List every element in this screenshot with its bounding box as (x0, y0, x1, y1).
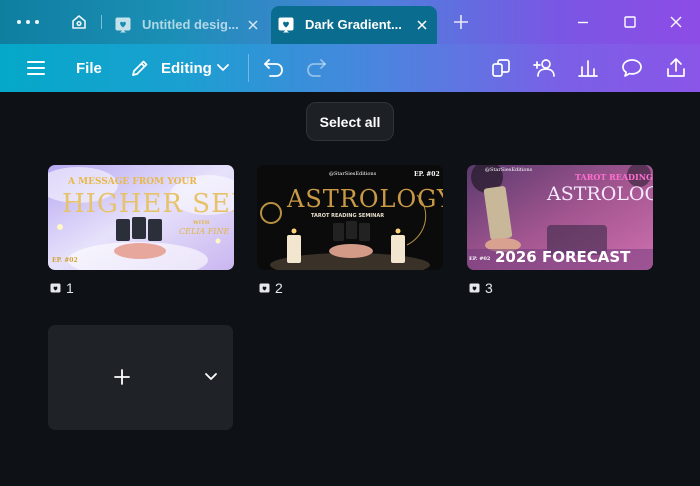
tab-separator (101, 15, 102, 29)
page-3-tag: TAROT READING (575, 172, 653, 182)
comment-icon[interactable] (620, 56, 644, 80)
insights-chart-icon[interactable] (577, 56, 599, 80)
page-2-handle: @StarSiesEditions (329, 171, 377, 177)
page-2-subtitle: TAROT READING SEMINAR (311, 213, 385, 219)
share-people-icon[interactable] (531, 56, 557, 80)
share-upload-icon[interactable] (664, 56, 688, 80)
page-thumbnail-3[interactable]: @StarSiesEditions TAROT READING ASTROLOG… (467, 165, 653, 270)
new-tab-icon[interactable] (452, 13, 470, 31)
page-number: 3 (485, 280, 493, 296)
page-1-line2: HIGHER SELF (62, 189, 234, 219)
page-1-name: CELIA FINE (179, 227, 230, 236)
comment-badge-icon (259, 283, 270, 292)
resize-copy-icon[interactable] (490, 57, 512, 79)
select-all-tooltip[interactable]: Select all (306, 102, 394, 141)
page-label-3: 3 (469, 280, 493, 296)
page-3-forecast: 2026 FORECAST (495, 248, 631, 266)
chevron-down-icon[interactable] (204, 371, 218, 383)
plus-icon[interactable] (112, 367, 132, 387)
tab-dark-gradient[interactable]: Dark Gradient... (271, 6, 437, 44)
more-menu-icon[interactable] (17, 14, 39, 30)
page-1-with: WITH (193, 220, 210, 226)
redo-icon[interactable] (304, 57, 328, 79)
editing-mode-button[interactable]: Editing (161, 60, 212, 77)
page-grid-view: Select all A MESSAGE FROM YOUR HIGHER SE… (0, 92, 700, 486)
page-3-title: ASTROLOGY (547, 183, 653, 205)
page-3-ep: EP. #02 (469, 256, 491, 262)
home-icon[interactable] (70, 13, 88, 31)
page-2-ep: EP. #02 (414, 171, 440, 178)
page-thumbnail-2[interactable]: @StarSiesEditions EP. #02 ASTROLOGY TARO… (257, 165, 443, 270)
page-1-line1: A MESSAGE FROM YOUR (68, 177, 197, 187)
comment-badge-icon (50, 283, 61, 292)
page-1-ep: EP. #02 (52, 257, 78, 264)
page-number: 2 (275, 280, 283, 296)
close-window-icon[interactable] (667, 13, 685, 31)
file-menu-button[interactable]: File (76, 60, 102, 77)
design-heart-icon (278, 17, 294, 33)
page-label-1: 1 (50, 280, 74, 296)
page-2-title: ASTROLOGY (287, 185, 443, 213)
minimize-icon[interactable] (574, 13, 592, 31)
title-bar: Untitled desig... Dark Gradient... (0, 0, 700, 44)
tab-untitled-design[interactable]: Untitled desig... (108, 6, 268, 44)
page-number: 1 (66, 280, 74, 296)
design-heart-icon (115, 17, 131, 33)
comment-badge-icon (469, 283, 480, 292)
toolbar-divider (248, 54, 249, 82)
tab-title: Dark Gradient... (305, 17, 402, 32)
page-3-handle: @StarSiesEditions (485, 167, 533, 173)
close-tab-icon[interactable] (246, 18, 260, 32)
add-page-tile[interactable] (48, 325, 233, 430)
hamburger-menu-icon[interactable] (22, 54, 50, 82)
maximize-icon[interactable] (621, 13, 639, 31)
tab-title: Untitled desig... (142, 17, 239, 32)
page-label-2: 2 (259, 280, 283, 296)
pencil-icon (132, 60, 148, 76)
editor-toolbar: File Editing (0, 44, 700, 92)
chevron-down-icon[interactable] (216, 63, 230, 73)
page-thumbnail-1[interactable]: A MESSAGE FROM YOUR HIGHER SELF WITH CEL… (48, 165, 234, 270)
close-tab-icon[interactable] (415, 18, 429, 32)
undo-icon[interactable] (262, 57, 286, 79)
